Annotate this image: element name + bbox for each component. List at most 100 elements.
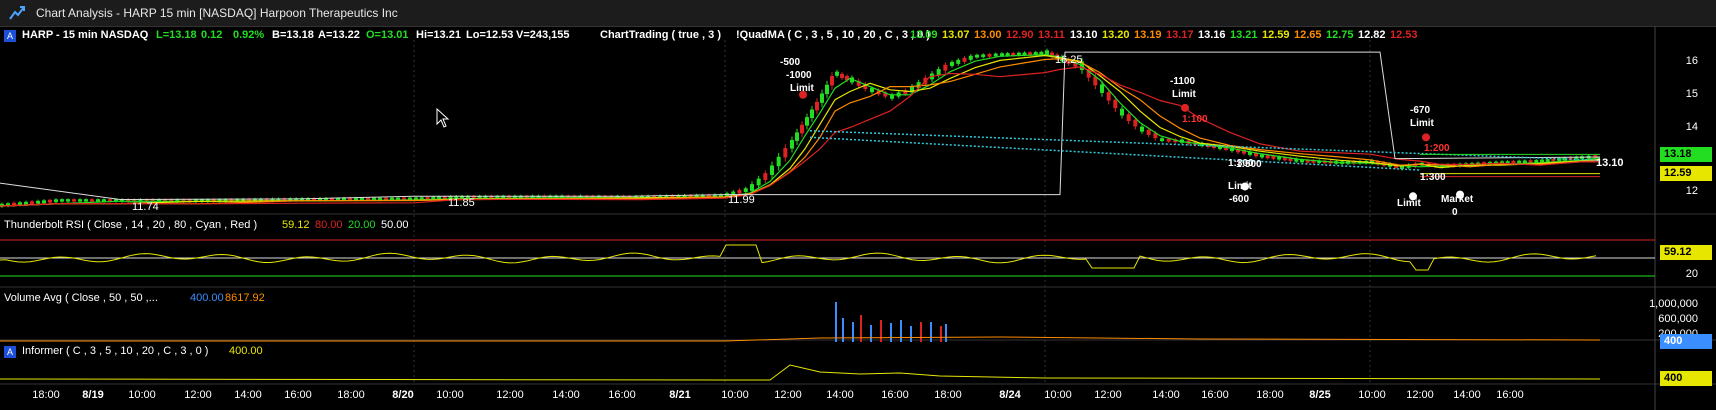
candle-body [72, 199, 76, 202]
volume-bar [910, 326, 912, 342]
ma-value: 13.00 [974, 29, 1002, 41]
volume-bar [945, 324, 947, 342]
order-marker [1422, 133, 1430, 142]
order-qty[interactable]: 0 [1452, 207, 1458, 218]
candle-body [84, 199, 88, 202]
open-price: O=13.01 [366, 29, 409, 41]
ask-price: A=13.22 [318, 29, 360, 41]
time-tick: 14:00 [552, 389, 580, 401]
ma-value: 13.07 [942, 29, 970, 41]
candle-body [776, 156, 781, 167]
candle-body [950, 61, 954, 66]
time-tick: 12:00 [496, 389, 524, 401]
volume-axis-label: 1,000,000 [1649, 298, 1698, 310]
trend-line [809, 130, 1601, 161]
candle-body [975, 54, 979, 58]
order-type[interactable]: Limit [1228, 181, 1252, 192]
order-qty[interactable]: -500 [780, 57, 800, 68]
candle-body [78, 199, 82, 202]
volume-bar [852, 322, 854, 342]
candle-body [943, 64, 948, 71]
candle-body [1033, 52, 1038, 55]
informer-line [0, 364, 1601, 381]
ma-value: 13.11 [1038, 29, 1065, 41]
time-tick: 14:00 [1453, 389, 1481, 401]
candle-body [60, 199, 64, 202]
time-tick: 10:00 [1044, 389, 1072, 401]
informer-link-icon[interactable]: A [4, 346, 16, 358]
candle-body [825, 84, 829, 95]
time-tick: 12:00 [1406, 389, 1434, 401]
ma-value: 13.20 [1102, 29, 1130, 41]
high-price: Hi=13.21 [416, 29, 461, 41]
candle-body [790, 140, 794, 149]
time-tick: 12:00 [1094, 389, 1122, 401]
candle-body [756, 178, 761, 186]
order-type[interactable]: Limit [1172, 89, 1196, 100]
volume-bar [930, 322, 932, 342]
price-axis-label: 15 [1685, 88, 1698, 100]
candle-body [24, 201, 28, 205]
candle-body [981, 54, 986, 58]
volume-avg-value: 400.00 [190, 292, 224, 304]
ma-value: 12.82 [1358, 29, 1386, 41]
rsi-label: Thunderbolt RSI ( Close , 14 , 20 , 80 ,… [4, 219, 258, 231]
candle-body [956, 59, 961, 64]
candle-body [30, 201, 34, 205]
order-type[interactable]: Limit [1397, 198, 1421, 209]
volume-bar [890, 323, 892, 342]
candle-body [968, 55, 973, 60]
candle-body [815, 101, 819, 111]
order-type[interactable]: Market [1441, 194, 1473, 205]
candle-body [1534, 159, 1539, 163]
candle-body [743, 188, 748, 192]
candle-body [1106, 92, 1111, 101]
candle-body [1545, 159, 1550, 162]
symbol-label: HARP - 15 min NASDAQ [22, 29, 149, 41]
candle-body [1045, 50, 1049, 55]
time-tick: 16:00 [1496, 389, 1524, 401]
time-tick: 12:00 [774, 389, 802, 401]
time-tick: 16:00 [1201, 389, 1229, 401]
candle-body [1166, 138, 1171, 142]
ma-value: 13.21 [1230, 29, 1258, 41]
candle-body [1160, 138, 1164, 142]
rsi-mid: 50.00 [381, 219, 409, 231]
low-annotation: 11.74 [132, 201, 159, 213]
candle-body [820, 93, 824, 103]
ma-value: 13.16 [1198, 29, 1226, 41]
fill-tag: 1:100 [1182, 114, 1208, 125]
symbol-link-icon[interactable]: A [4, 30, 16, 42]
order-qty[interactable]: -1000 [786, 70, 812, 81]
candle-body [830, 76, 834, 86]
mouse-cursor-icon [436, 107, 450, 128]
volume-bar [842, 318, 844, 342]
last-price: L=13.18 [156, 29, 197, 41]
ma-value: 13.17 [1166, 29, 1194, 41]
volume-avg-value: 8617.92 [225, 292, 265, 304]
order-qty[interactable]: -1100 [1170, 76, 1195, 87]
price-axis-label: 14 [1685, 121, 1698, 133]
date-tick: 8/21 [669, 389, 691, 401]
candle-body [1028, 52, 1033, 55]
candle-body [1016, 52, 1021, 56]
candle-body [1000, 53, 1004, 56]
volume-bar [835, 302, 837, 342]
candle-body [770, 165, 774, 175]
time-tick: 14:00 [826, 389, 854, 401]
last-price-badge: 13.18 [1660, 147, 1712, 162]
time-tick: 12:00 [184, 389, 212, 401]
candle-body [800, 124, 804, 134]
fill-tag: 1:500 [1236, 159, 1262, 170]
order-qty[interactable]: -670 [1410, 105, 1430, 116]
candle-body [1022, 52, 1027, 56]
rsi-badge: 59.12 [1660, 245, 1712, 260]
time-tick: 18:00 [1256, 389, 1284, 401]
order-type[interactable]: Limit [790, 83, 814, 94]
pct-change: 0.92% [233, 29, 265, 41]
order-type[interactable]: Limit [1410, 118, 1434, 129]
ma-value: 12.75 [1326, 29, 1354, 41]
time-tick: 14:00 [1152, 389, 1180, 401]
ma-value: 13.09 [910, 29, 938, 41]
order-qty[interactable]: -600 [1229, 194, 1249, 205]
